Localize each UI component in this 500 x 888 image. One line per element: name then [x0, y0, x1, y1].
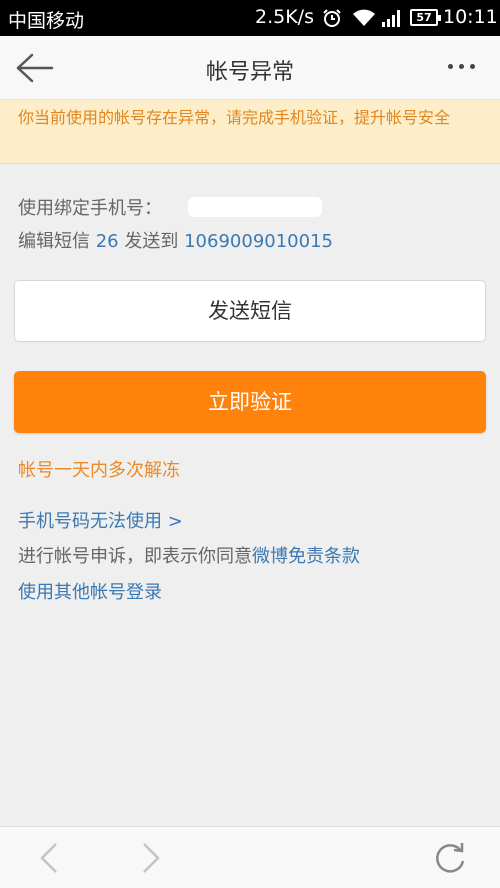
appeal-prefix: 进行帐号申诉，即表示你同意 [18, 546, 252, 567]
carrier-name: 中国移动 [8, 10, 85, 32]
back-chevron-icon[interactable] [30, 839, 70, 877]
network-speed: 2.5K/s [255, 6, 314, 28]
appeal-notice: 进行帐号申诉，即表示你同意微博免责条款 [18, 542, 360, 568]
sms-middle: 发送到 [124, 231, 179, 252]
battery-icon: 57 [410, 9, 441, 26]
sms-number: 1069009010015 [184, 231, 333, 252]
wifi-icon [353, 9, 375, 26]
other-login-link[interactable]: 使用其他帐号登录 [18, 578, 162, 604]
page-title: 帐号异常 [205, 60, 294, 85]
nav-bar: 帐号异常 [0, 36, 500, 100]
redacted-phone-number [188, 197, 322, 217]
forward-chevron-icon[interactable] [130, 839, 170, 877]
alarm-icon [323, 9, 341, 27]
bound-phone-label: 使用绑定手机号： [18, 198, 162, 219]
warning-banner: 你当前使用的帐号存在异常，请完成手机验证，提升帐号安全 [0, 100, 500, 164]
clock: 10:11 [443, 6, 498, 28]
sms-code: 26 [95, 231, 119, 252]
status-bar: 中国移动 2.5K/s 57 10:11 [0, 0, 500, 36]
signal-icon [382, 10, 400, 27]
sms-prefix: 编辑短信 [18, 231, 90, 252]
sms-instruction: 编辑短信 26 发送到 1069009010015 [18, 227, 333, 253]
phone-unavailable-link[interactable]: 手机号码无法使用 > [18, 507, 183, 533]
refresh-icon[interactable] [430, 839, 470, 877]
more-dots-icon[interactable] [440, 50, 484, 86]
unfreeze-link[interactable]: 帐号一天内多次解冻 [18, 456, 180, 482]
disclaimer-link[interactable]: 微博免责条款 [252, 546, 360, 567]
browser-bottom-bar [0, 826, 500, 888]
send-sms-button[interactable]: 发送短信 [14, 280, 486, 342]
verify-now-button[interactable]: 立即验证 [14, 371, 486, 433]
